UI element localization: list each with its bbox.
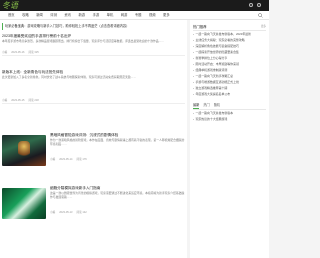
bullet-icon xyxy=(193,63,194,65)
hot-list: 一起一路向飞天并发布新版本，2023年最新 主线任务大揭秘：玩家必看的完整攻略 … xyxy=(193,31,266,97)
post-excerpt: 此次更新加入了多名全新角色，同时优化了战斗系统与地图探索体验，玩家可通过活动免费… xyxy=(2,75,137,79)
tab-random[interactable]: 随机 xyxy=(214,102,220,109)
hot-section-header: 热门推荐 更多 xyxy=(193,24,266,31)
more-link[interactable]: 更多 xyxy=(261,24,266,30)
divider xyxy=(2,103,185,104)
bullet-icon xyxy=(193,118,194,120)
post-author: 小编 xyxy=(50,211,56,214)
post-date: 2023-05-16 xyxy=(11,51,25,54)
post-item: 细胞分裂模拟游戏新手入门指南 这是一款以微观世界为背景的模拟游戏，玩家需要通过不… xyxy=(50,186,185,215)
post-excerpt: 这是一款以微观世界为背景的模拟游戏，玩家需要通过不断进化来适应环境。本指南将为新… xyxy=(50,191,185,199)
notice-banner[interactable]: 玩家必备宝典：游戏攻略与新手入门技巧，助你轻松上手不再迷茫（点击查看详细内容） xyxy=(2,23,185,30)
nav-item[interactable]: 网游 xyxy=(121,11,128,20)
post-excerpt: 本年度手游市场竞争激烈，多款精品游戏脱颖而出。排行榜综合下载量、玩家评分与活跃度… xyxy=(2,39,165,43)
post-item: 2023年度最受欢迎的手游排行榜前十名出炉 本年度手游市场竞争激烈，多款精品游戏… xyxy=(2,34,185,56)
nav-search-icon[interactable] xyxy=(258,13,263,18)
nav-item[interactable]: 专题 xyxy=(135,11,142,20)
tab-hot[interactable]: 热门 xyxy=(203,102,209,109)
nav-item[interactable]: 资讯 xyxy=(64,11,71,20)
hot-section-title: 热门推荐 xyxy=(193,25,207,29)
hot-section: 热门推荐 更多 一起一路向飞天并发布新版本，2023年最新 主线任务大揭秘：玩家… xyxy=(193,24,266,97)
bullet-icon xyxy=(193,51,194,53)
nav-item[interactable]: 手游 xyxy=(93,11,100,20)
site-logo[interactable]: 冬语 xyxy=(2,0,18,11)
bullet-icon xyxy=(193,93,194,95)
user-icon[interactable] xyxy=(249,3,253,7)
post-views: 阅读 218 xyxy=(28,99,39,102)
nav-item[interactable]: 更多 xyxy=(163,11,170,20)
post-author: 小编 xyxy=(2,99,8,102)
bullet-icon xyxy=(193,39,194,41)
bullet-icon xyxy=(193,69,194,71)
nav-item[interactable]: 新闻 xyxy=(36,11,43,20)
nav-list: 首页 攻略 新闻 评测 资讯 新游 手游 单机 网游 专题 视频 更多 xyxy=(8,11,170,20)
main-nav: 首页 攻略 新闻 评测 资讯 新游 手游 单机 网游 专题 视频 更多 xyxy=(0,11,269,20)
nav-item[interactable]: 单机 xyxy=(107,11,114,20)
bullet-icon xyxy=(193,112,194,114)
bullet-icon xyxy=(193,81,194,83)
top-icons xyxy=(249,3,261,7)
bullet-icon xyxy=(193,75,194,77)
main-content: 玩家必备宝典：游戏攻略与新手入门技巧，助你轻松上手不再迷茫（点击查看详细内容） … xyxy=(0,20,187,258)
bullet-icon xyxy=(193,33,194,35)
tab-latest[interactable]: 最新 xyxy=(193,102,200,109)
post-views: 阅读 325 xyxy=(28,51,39,54)
divider xyxy=(2,55,185,56)
nav-item[interactable]: 首页 xyxy=(8,11,15,20)
post-date: 2023-05-14 xyxy=(59,158,73,161)
bullet-icon xyxy=(193,87,194,89)
sidebar-tabs: 最新 热门 随机 xyxy=(193,102,266,110)
post-date: 2023-05-15 xyxy=(11,99,25,102)
bullet-icon xyxy=(193,45,194,47)
post-meta: 小编 2023-05-14 阅读 176 xyxy=(50,158,185,162)
nav-item[interactable]: 视频 xyxy=(149,11,156,20)
post-author: 小编 xyxy=(50,158,56,161)
post-views: 阅读 142 xyxy=(76,211,87,214)
post-item: 黑暗风格冒险游戏评测：沉浸式的剧情体验 作为一款黑暗风格的冒险游戏，本作在画面、… xyxy=(50,133,185,162)
post-views: 阅读 176 xyxy=(76,158,87,161)
post-item: 新版本上线：全新角色与玩法抢先体验 此次更新加入了多名全新角色，同时优化了战斗系… xyxy=(2,70,185,104)
post-thumbnail-image[interactable] xyxy=(2,135,46,166)
nav-item[interactable]: 评测 xyxy=(50,11,57,20)
post-date: 2023-05-13 xyxy=(59,211,73,214)
sidebar: 热门推荐 更多 一起一路向飞天并发布新版本，2023年最新 主线任务大揭秘：玩家… xyxy=(190,20,269,258)
search-icon[interactable] xyxy=(257,3,261,7)
post-thumbnail-image[interactable] xyxy=(2,188,46,219)
post-author: 小编 xyxy=(2,51,8,54)
post-meta: 小编 2023-05-13 阅读 142 xyxy=(50,211,185,215)
top-bar: 冬语 xyxy=(0,0,269,11)
tab-list: 一起一路向飞天并发布新版本 玩家热议的十大经典游戏 xyxy=(193,110,266,122)
nav-item[interactable]: 攻略 xyxy=(22,11,29,20)
tabbed-section: 最新 热门 随机 一起一路向飞天并发布新版本 玩家热议的十大经典游戏 xyxy=(193,102,266,122)
hot-item[interactable]: 年度游戏大奖提名名单公布 xyxy=(193,91,266,97)
nav-item[interactable]: 新游 xyxy=(78,11,85,20)
tab-item[interactable]: 玩家热议的十大经典游戏 xyxy=(193,116,266,122)
bullet-icon xyxy=(193,57,194,59)
post-excerpt: 作为一款黑暗风格的冒险游戏，本作在画面、音效与剧情叙事上都有着不俗的表现。第一人… xyxy=(50,138,185,146)
